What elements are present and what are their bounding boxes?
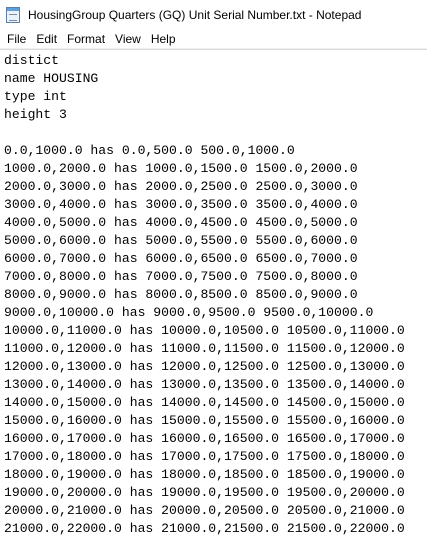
text-line: 16000.0,17000.0 has 16000.0,16500.0 1650… bbox=[4, 431, 405, 446]
menu-file[interactable]: File bbox=[2, 30, 31, 48]
text-line: 15000.0,16000.0 has 15000.0,15500.0 1550… bbox=[4, 413, 405, 428]
menu-bar: File Edit Format View Help bbox=[0, 30, 427, 48]
text-line: 6000.0,7000.0 has 6000.0,6500.0 6500.0,7… bbox=[4, 251, 358, 266]
notepad-window: HousingGroup Quarters (GQ) Unit Serial N… bbox=[0, 0, 427, 537]
text-line: 9000.0,10000.0 has 9000.0,9500.0 9500.0,… bbox=[4, 305, 374, 320]
text-line: 12000.0,13000.0 has 12000.0,12500.0 1250… bbox=[4, 359, 405, 374]
text-line: 13000.0,14000.0 has 13000.0,13500.0 1350… bbox=[4, 377, 405, 392]
menu-help[interactable]: Help bbox=[146, 30, 181, 48]
menu-format[interactable]: Format bbox=[62, 30, 110, 48]
menu-edit[interactable]: Edit bbox=[31, 30, 62, 48]
text-line: 18000.0,19000.0 has 18000.0,18500.0 1850… bbox=[4, 467, 405, 482]
title-bar[interactable]: HousingGroup Quarters (GQ) Unit Serial N… bbox=[0, 0, 427, 30]
text-line: name HOUSING bbox=[4, 71, 99, 86]
text-line: 7000.0,8000.0 has 7000.0,7500.0 7500.0,8… bbox=[4, 269, 358, 284]
text-line: 19000.0,20000.0 has 19000.0,19500.0 1950… bbox=[4, 485, 405, 500]
text-line: 5000.0,6000.0 has 5000.0,5500.0 5500.0,6… bbox=[4, 233, 358, 248]
text-editor-area[interactable]: distict name HOUSING type int height 3 0… bbox=[0, 50, 427, 537]
text-line: 21000.0,22000.0 has 21000.0,21500.0 2150… bbox=[4, 521, 405, 536]
notepad-app-icon bbox=[6, 7, 20, 23]
text-line: 1000.0,2000.0 has 1000.0,1500.0 1500.0,2… bbox=[4, 161, 358, 176]
text-lines: distict name HOUSING type int height 3 0… bbox=[4, 52, 427, 537]
text-line: 2000.0,3000.0 has 2000.0,2500.0 2500.0,3… bbox=[4, 179, 358, 194]
text-line: 10000.0,11000.0 has 10000.0,10500.0 1050… bbox=[4, 323, 405, 338]
text-line: 14000.0,15000.0 has 14000.0,14500.0 1450… bbox=[4, 395, 405, 410]
text-line: 0.0,1000.0 has 0.0,500.0 500.0,1000.0 bbox=[4, 143, 295, 158]
text-line: type int bbox=[4, 89, 67, 104]
text-line: 17000.0,18000.0 has 17000.0,17500.0 1750… bbox=[4, 449, 405, 464]
text-line: 11000.0,12000.0 has 11000.0,11500.0 1150… bbox=[4, 341, 405, 356]
window-title: HousingGroup Quarters (GQ) Unit Serial N… bbox=[28, 8, 362, 22]
text-line: 3000.0,4000.0 has 3000.0,3500.0 3500.0,4… bbox=[4, 197, 358, 212]
text-line: 4000.0,5000.0 has 4000.0,4500.0 4500.0,5… bbox=[4, 215, 358, 230]
menu-view[interactable]: View bbox=[110, 30, 146, 48]
text-line: distict bbox=[4, 53, 60, 68]
text-line: height 3 bbox=[4, 107, 67, 122]
text-line: 8000.0,9000.0 has 8000.0,8500.0 8500.0,9… bbox=[4, 287, 358, 302]
text-line: 20000.0,21000.0 has 20000.0,20500.0 2050… bbox=[4, 503, 405, 518]
text-line bbox=[4, 124, 427, 142]
